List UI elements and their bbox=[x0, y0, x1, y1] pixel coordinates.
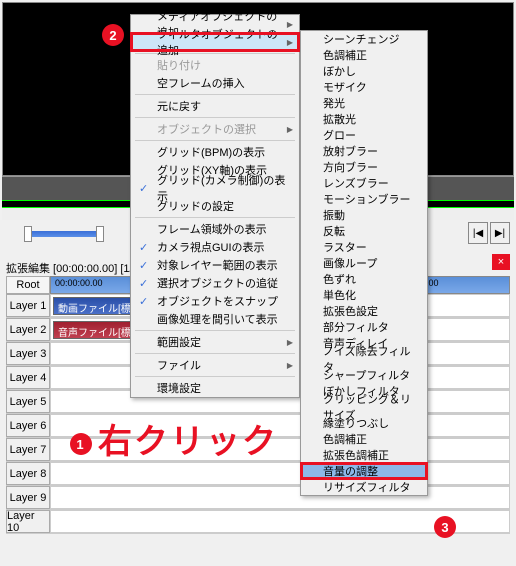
submenu-item[interactable]: 単色化 bbox=[301, 287, 427, 303]
menu-item[interactable]: カメラ視点GUIの表示 bbox=[131, 238, 299, 256]
menu-item-label: 空フレームの挿入 bbox=[157, 75, 245, 91]
layer-label[interactable]: Layer 9 bbox=[6, 486, 50, 509]
menu-item-label: フィルタオブジェクトの追加 bbox=[157, 26, 287, 58]
submenu-item[interactable]: 反転 bbox=[301, 223, 427, 239]
submenu-item[interactable]: リサイズフィルタ bbox=[301, 479, 427, 495]
submenu-item[interactable]: ラスター bbox=[301, 239, 427, 255]
layer-label[interactable]: Layer 7 bbox=[6, 438, 50, 461]
submenu-item[interactable]: 放射ブラー bbox=[301, 143, 427, 159]
layer-label[interactable]: Layer 8 bbox=[6, 462, 50, 485]
submenu-item[interactable]: クリッピング＆リサイズ bbox=[301, 399, 427, 415]
menu-item[interactable]: グリッド(カメラ制御)の表示 bbox=[131, 179, 299, 197]
submenu-item[interactable]: 色調補正 bbox=[301, 47, 427, 63]
layer-row: Layer 8 bbox=[6, 462, 510, 486]
layer-label[interactable]: Layer 1 bbox=[6, 294, 50, 317]
menu-item[interactable]: グリッドの設定 bbox=[131, 197, 299, 215]
submenu-item[interactable]: 部分フィルタ bbox=[301, 319, 427, 335]
menu-item: オブジェクトの選択 bbox=[131, 120, 299, 138]
prev-frame-button[interactable]: |◀ bbox=[468, 222, 488, 244]
menu-separator bbox=[135, 217, 295, 218]
submenu-item[interactable]: グロー bbox=[301, 127, 427, 143]
menu-item: 貼り付け bbox=[131, 56, 299, 74]
next-frame-button[interactable]: ▶| bbox=[490, 222, 510, 244]
menu-item-label: オブジェクトをスナップ bbox=[157, 293, 278, 309]
layer-label[interactable]: Layer 2 bbox=[6, 318, 50, 341]
submenu-item[interactable]: 発光 bbox=[301, 95, 427, 111]
submenu-item[interactable]: 方向ブラー bbox=[301, 159, 427, 175]
submenu-item[interactable]: 拡散光 bbox=[301, 111, 427, 127]
menu-separator bbox=[135, 330, 295, 331]
menu-item-label: カメラ視点GUIの表示 bbox=[157, 239, 265, 255]
root-button[interactable]: Root bbox=[6, 276, 50, 294]
menu-item[interactable]: フレーム領域外の表示 bbox=[131, 220, 299, 238]
menu-item[interactable]: 空フレームの挿入 bbox=[131, 74, 299, 92]
menu-item-label: 画像処理を間引いて表示 bbox=[157, 311, 278, 327]
submenu-item[interactable]: 音量の調整 bbox=[301, 463, 427, 479]
menu-item-label: グリッド(BPM)の表示 bbox=[157, 144, 265, 160]
submenu-item[interactable]: 色調補正 bbox=[301, 431, 427, 447]
menu-item[interactable]: フィルタオブジェクトの追加 bbox=[131, 33, 299, 51]
menu-separator bbox=[135, 117, 295, 118]
menu-item[interactable]: 対象レイヤー範囲の表示 bbox=[131, 256, 299, 274]
submenu-item[interactable]: 画像ループ bbox=[301, 255, 427, 271]
ruler-tick: 00:00:00.00 bbox=[55, 278, 103, 288]
layer-label[interactable]: Layer 4 bbox=[6, 366, 50, 389]
submenu-item[interactable]: 拡張色設定 bbox=[301, 303, 427, 319]
annotation-badge-1: 1 bbox=[70, 433, 92, 455]
submenu-item[interactable]: モーションブラー bbox=[301, 191, 427, 207]
menu-item[interactable]: 選択オブジェクトの追従 bbox=[131, 274, 299, 292]
annotation-badge-3: 3 bbox=[434, 516, 456, 538]
submenu-item[interactable]: シャープフィルタ bbox=[301, 367, 427, 383]
context-menu: メディアオブジェクトの追加フィルタオブジェクトの追加貼り付け空フレームの挿入元に… bbox=[130, 14, 300, 398]
menu-item-label: グリッドの設定 bbox=[157, 198, 234, 214]
menu-item[interactable]: 元に戻す bbox=[131, 97, 299, 115]
layer-track[interactable] bbox=[50, 462, 510, 485]
layer-label[interactable]: Layer 10 bbox=[6, 510, 50, 533]
menu-separator bbox=[135, 140, 295, 141]
annotation-text: 1 右クリック bbox=[70, 414, 278, 463]
selection-bar[interactable] bbox=[24, 226, 104, 242]
menu-item-label: オブジェクトの選択 bbox=[157, 121, 256, 137]
menu-item[interactable]: 画像処理を間引いて表示 bbox=[131, 310, 299, 328]
menu-item-label: ファイル bbox=[157, 357, 201, 373]
menu-item[interactable]: グリッド(BPM)の表示 bbox=[131, 143, 299, 161]
submenu-item[interactable]: ぼかし bbox=[301, 63, 427, 79]
layer-track[interactable] bbox=[50, 486, 510, 509]
menu-item[interactable]: ファイル bbox=[131, 356, 299, 374]
submenu-item[interactable]: レンズブラー bbox=[301, 175, 427, 191]
annotation-big-label: 右クリック bbox=[98, 423, 278, 461]
menu-item[interactable]: 範囲設定 bbox=[131, 333, 299, 351]
filter-submenu: シーンチェンジ色調補正ぼかしモザイク発光拡散光グロー放射ブラー方向ブラーレンズブ… bbox=[300, 30, 428, 496]
menu-separator bbox=[135, 353, 295, 354]
annotation-badge-2: 2 bbox=[102, 24, 124, 46]
layer-label[interactable]: Layer 5 bbox=[6, 390, 50, 413]
menu-separator bbox=[135, 94, 295, 95]
menu-item[interactable]: オブジェクトをスナップ bbox=[131, 292, 299, 310]
menu-item[interactable]: 環境設定 bbox=[131, 379, 299, 397]
submenu-item[interactable]: シーンチェンジ bbox=[301, 31, 427, 47]
menu-item-label: 対象レイヤー範囲の表示 bbox=[157, 257, 278, 273]
submenu-item[interactable]: 色ずれ bbox=[301, 271, 427, 287]
extension-label: 拡張編集 [00:00:00.00] [1/30] bbox=[6, 260, 148, 276]
menu-item-label: 選択オブジェクトの追従 bbox=[157, 275, 278, 291]
menu-item-label: 範囲設定 bbox=[157, 334, 201, 350]
menu-item-label: 環境設定 bbox=[157, 380, 201, 396]
menu-item-label: 貼り付け bbox=[157, 57, 201, 73]
submenu-item[interactable]: ノイズ除去フィルタ bbox=[301, 351, 427, 367]
playback-controls: |◀ ▶| bbox=[468, 222, 510, 244]
layer-label[interactable]: Layer 3 bbox=[6, 342, 50, 365]
menu-separator bbox=[135, 376, 295, 377]
submenu-item[interactable]: モザイク bbox=[301, 79, 427, 95]
menu-item-label: フレーム領域外の表示 bbox=[157, 221, 267, 237]
close-button[interactable]: × bbox=[492, 254, 510, 270]
menu-item-label: 元に戻す bbox=[157, 98, 201, 114]
layer-row: Layer 9 bbox=[6, 486, 510, 510]
submenu-item[interactable]: 拡張色調補正 bbox=[301, 447, 427, 463]
layer-label[interactable]: Layer 6 bbox=[6, 414, 50, 437]
submenu-item[interactable]: 振動 bbox=[301, 207, 427, 223]
